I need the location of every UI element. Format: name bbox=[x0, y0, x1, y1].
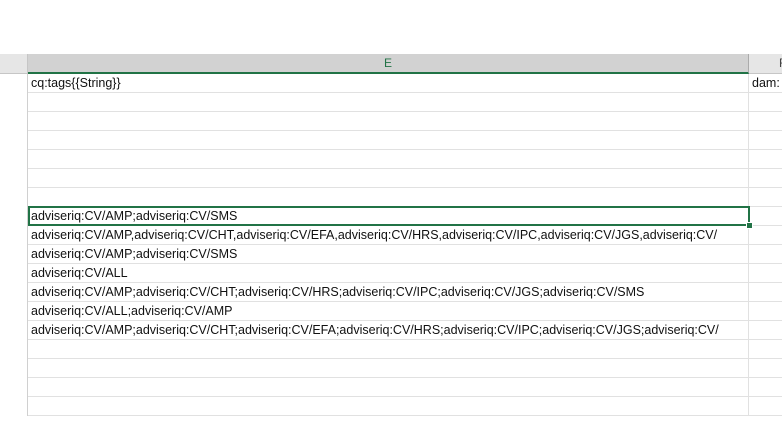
cell-e[interactable] bbox=[28, 378, 749, 397]
cell-text: adviseriq:CV/AMP;adviseriq:CV/CHT;advise… bbox=[31, 285, 645, 299]
cell-e[interactable] bbox=[28, 169, 749, 188]
cell-text: cq:tags{{String}} bbox=[31, 76, 121, 90]
table-row bbox=[0, 378, 782, 397]
row-header[interactable] bbox=[0, 93, 28, 112]
row-header[interactable] bbox=[0, 226, 28, 245]
cell-e[interactable] bbox=[28, 340, 749, 359]
table-row: adviseriq:CV/AMP;adviseriq:CV/CHT;advise… bbox=[0, 283, 782, 302]
table-row bbox=[0, 131, 782, 150]
row-header[interactable] bbox=[0, 74, 28, 93]
cell-e[interactable] bbox=[28, 359, 749, 378]
cell-e[interactable] bbox=[28, 74, 749, 93]
table-row bbox=[0, 150, 782, 169]
cell-grid: cq:tags{{String}} dam: adviseriq:CV/AMP;… bbox=[0, 74, 782, 426]
row-header[interactable] bbox=[0, 283, 28, 302]
cell-text: adviseriq:CV/AMP;adviseriq:CV/SMS bbox=[31, 247, 238, 261]
spreadsheet-window: E F cq:tags{{String}} dam: bbox=[0, 0, 782, 426]
fill-handle[interactable] bbox=[746, 222, 753, 229]
table-row bbox=[0, 359, 782, 378]
cell-e[interactable] bbox=[28, 112, 749, 131]
table-row: adviseriq:CV/AMP,adviseriq:CV/CHT,advise… bbox=[0, 226, 782, 245]
cell-e[interactable] bbox=[28, 264, 749, 283]
row-header[interactable] bbox=[0, 264, 28, 283]
table-row bbox=[0, 112, 782, 131]
row-header[interactable] bbox=[0, 321, 28, 340]
cell-text: adviseriq:CV/ALL bbox=[31, 266, 128, 280]
ribbon-area bbox=[0, 0, 782, 44]
table-row bbox=[0, 188, 782, 207]
cell-text: adviseriq:CV/AMP;adviseriq:CV/SMS bbox=[31, 209, 238, 223]
cell-e[interactable] bbox=[28, 150, 749, 169]
row-header[interactable] bbox=[0, 397, 28, 416]
cell-e[interactable] bbox=[28, 397, 749, 416]
cell-e[interactable] bbox=[28, 93, 749, 112]
row-header[interactable] bbox=[0, 150, 28, 169]
table-row: adviseriq:CV/AMP;adviseriq:CV/SMS bbox=[0, 245, 782, 264]
row-header[interactable] bbox=[0, 131, 28, 150]
table-row bbox=[0, 169, 782, 188]
table-row bbox=[0, 340, 782, 359]
table-row: adviseriq:CV/ALL;adviseriq:CV/AMP bbox=[0, 302, 782, 321]
row-header[interactable] bbox=[0, 302, 28, 321]
row-header[interactable] bbox=[0, 378, 28, 397]
cell-f-text: dam: bbox=[752, 76, 780, 90]
cell-e[interactable] bbox=[28, 188, 749, 207]
table-row: adviseriq:CV/AMP;adviseriq:CV/CHT;advise… bbox=[0, 321, 782, 340]
row-header[interactable] bbox=[0, 359, 28, 378]
row-header[interactable] bbox=[0, 112, 28, 131]
row-header[interactable] bbox=[0, 169, 28, 188]
row-header[interactable] bbox=[0, 340, 28, 359]
cell-text: adviseriq:CV/AMP;adviseriq:CV/CHT;advise… bbox=[31, 323, 719, 337]
column-header-e[interactable]: E bbox=[28, 54, 749, 74]
table-row: adviseriq:CV/AMP;adviseriq:CV/SMS bbox=[0, 207, 782, 226]
table-row: cq:tags{{String}} dam: bbox=[0, 74, 782, 93]
cell-text: adviseriq:CV/AMP,adviseriq:CV/CHT,advise… bbox=[31, 228, 718, 242]
row-header[interactable] bbox=[0, 188, 28, 207]
table-row bbox=[0, 397, 782, 416]
cell-e[interactable] bbox=[28, 131, 749, 150]
row-header[interactable] bbox=[0, 207, 28, 226]
table-row bbox=[0, 93, 782, 112]
table-row: adviseriq:CV/ALL bbox=[0, 264, 782, 283]
select-all-corner[interactable] bbox=[0, 54, 28, 74]
cell-text: adviseriq:CV/ALL;adviseriq:CV/AMP bbox=[31, 304, 233, 318]
column-header-f[interactable]: F bbox=[749, 54, 782, 74]
row-header[interactable] bbox=[0, 245, 28, 264]
